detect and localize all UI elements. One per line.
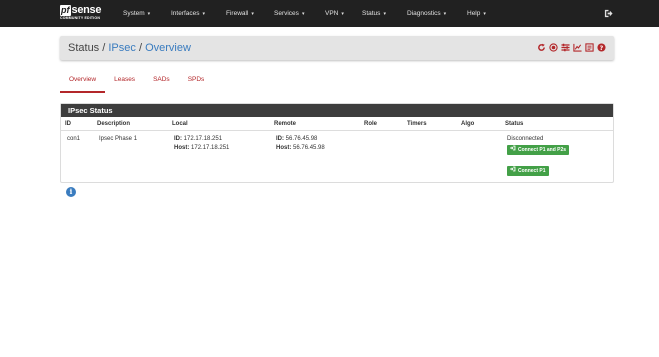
logo-pf: pf [60,4,71,16]
svg-text:?: ? [600,45,604,52]
caret-down-icon: ▾ [301,11,305,17]
nav-menu-label: Status [362,10,381,17]
column-header-role: Role [364,121,378,127]
local-host-value: 172.17.18.251 [191,145,230,151]
settings-sliders-icon[interactable] [561,43,570,52]
connect-p1-button[interactable]: Connect P1 [507,166,549,176]
breadcrumb-separator: / [138,42,143,54]
remote-id-value: 56.76.45.98 [285,136,318,142]
local-host-label: Host: [174,145,190,151]
logo-edition: COMMUNITY EDITION [60,16,101,20]
cell-remote-host: Host: 56.76.45.98 [276,144,325,153]
breadcrumb-ipsec-link[interactable]: IPsec [108,42,136,54]
column-header-local: Local [172,121,188,127]
sign-in-icon [510,145,516,155]
cell-local-host: Host: 172.17.18.251 [174,144,229,153]
ipsec-status-panel: IPsec Status ID Description Local Remote… [60,103,614,183]
local-id-value: 172.17.18.251 [183,136,223,142]
breadcrumb-status: Status [68,42,100,54]
caret-down-icon: ▾ [147,11,151,17]
breadcrumb: Status / IPsec / Overview [68,41,191,55]
nav-menu-vpn[interactable]: VPN ▾ [325,0,344,27]
top-navbar: pf sense COMMUNITY EDITION System ▾ Inter… [0,0,659,27]
breadcrumb-separator: / [102,42,106,54]
caret-down-icon: ▾ [251,11,254,17]
nav-menu-firewall[interactable]: Firewall ▾ [226,0,254,27]
nav-menu-label: VPN [325,10,339,17]
nav-menu-services[interactable]: Services ▾ [274,0,304,27]
column-header-remote: Remote [274,121,297,127]
nav-menu-status[interactable]: Status ▾ [362,0,386,27]
remote-host-value: 56.76.45.98 [293,145,325,151]
record-icon[interactable] [549,43,558,52]
table-row: con1 Ipsec Phase 1 ID: 172.17.18.251 Hos… [61,131,613,181]
pfsense-logo[interactable]: pf sense COMMUNITY EDITION [60,4,110,24]
column-header-id: ID [65,121,71,127]
remote-id-label: ID: [276,136,284,142]
nav-menu-label: Help [467,10,481,17]
sign-out-icon[interactable] [604,9,613,18]
tab-overview[interactable]: Overview [60,71,106,93]
connect-p1-and-p2s-label: Connect P1 and P2s [518,147,567,153]
column-header-timers: Timers [407,121,427,127]
caret-down-icon: ▾ [341,11,344,17]
breadcrumb-panel: Status / IPsec / Overview ? [60,36,614,60]
nav-menu-label: Diagnostics [407,10,441,17]
table-header: ID Description Local Remote Role Timers … [61,117,613,131]
nav-menu-help[interactable]: Help ▾ [467,0,486,27]
list-icon[interactable] [585,43,594,52]
caret-down-icon: ▾ [443,11,447,17]
caret-down-icon: ▾ [202,11,206,17]
local-id-label: ID: [174,136,182,142]
logo-sense: sense [71,4,102,16]
cell-local-id: ID: 172.17.18.251 [174,135,222,144]
nav-menu-label: Interfaces [171,10,200,17]
panel-title: IPsec Status [61,104,613,117]
breadcrumb-toolbar: ? [537,43,606,52]
nav-menu-interfaces[interactable]: Interfaces ▾ [171,0,205,27]
status-text: Disconnected [507,136,544,142]
chart-icon[interactable] [573,43,582,52]
column-header-description: Description [97,121,131,127]
caret-down-icon: ▾ [383,11,386,17]
nav-menu-system[interactable]: System ▾ [123,0,150,27]
tab-sads[interactable]: SADs [144,71,179,93]
tab-leases[interactable]: Leases [105,71,144,93]
remote-host-label: Host: [276,145,292,151]
cell-remote-id: ID: 56.76.45.98 [276,135,317,144]
nav-menu-label: Services [274,10,299,17]
nav-menu-label: System [123,10,145,17]
reload-icon[interactable] [537,43,546,52]
sign-in-icon [510,166,516,176]
help-icon[interactable]: ? [597,43,606,52]
connect-p1-and-p2s-button[interactable]: Connect P1 and P2s [507,145,570,155]
cell-description: Ipsec Phase 1 [99,136,138,142]
column-header-status: Status [505,121,524,127]
caret-down-icon: ▾ [483,11,486,17]
breadcrumb-overview-link[interactable]: Overview [145,42,191,54]
tab-spds[interactable]: SPDs [179,71,214,93]
tab-bar: Overview Leases SADs SPDs [60,71,213,93]
nav-menu-label: Firewall [226,10,249,17]
connect-p1-label: Connect P1 [518,168,546,174]
column-header-algo: Algo [461,121,475,127]
info-icon[interactable]: i [66,187,76,197]
nav-menu-diagnostics[interactable]: Diagnostics ▾ [407,0,446,27]
cell-id: con1 [67,136,81,142]
